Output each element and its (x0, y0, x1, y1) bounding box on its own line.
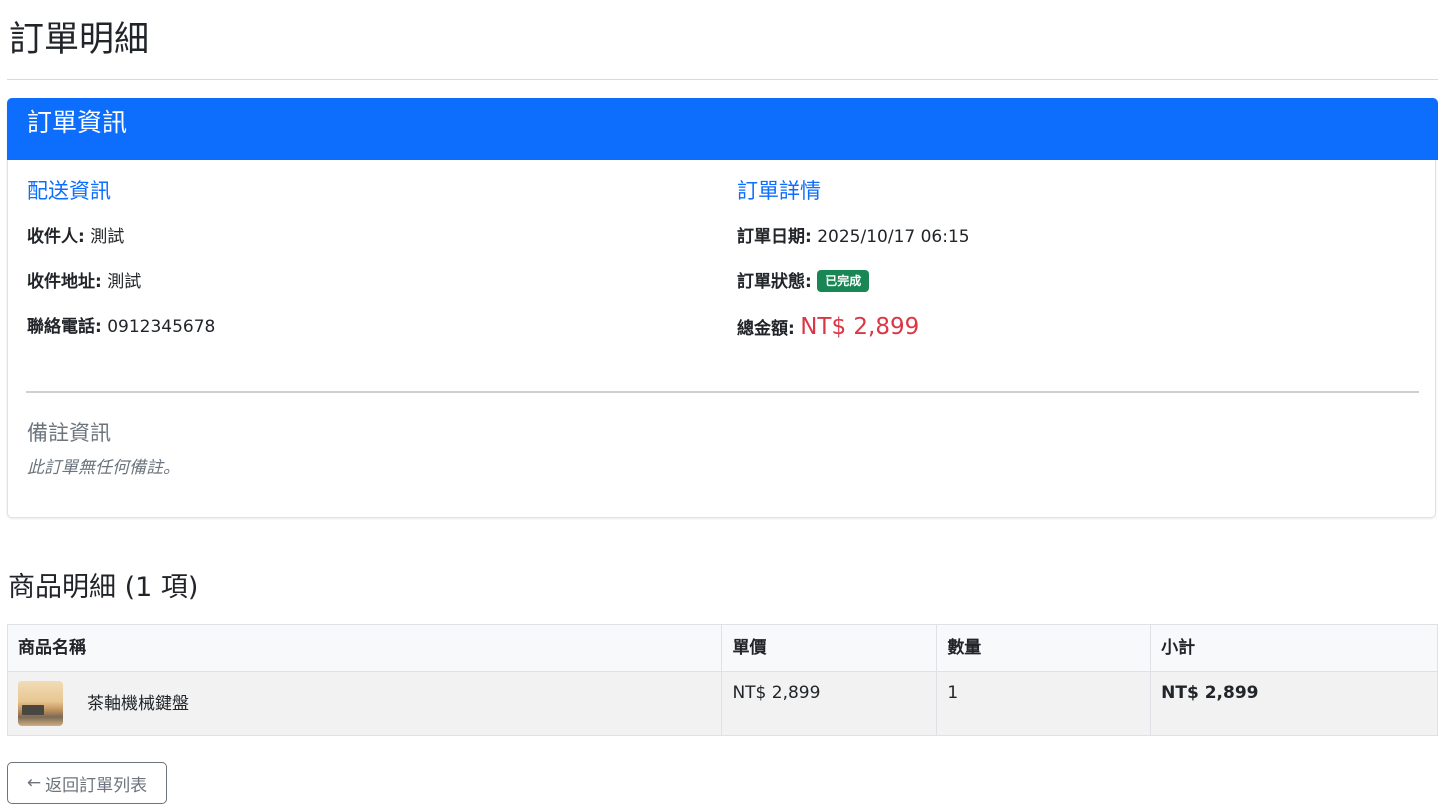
order-info-card-header: 訂單資訊 (7, 98, 1438, 160)
notes-heading: 備註資訊 (27, 421, 111, 445)
recipient-value: 測試 (90, 227, 125, 247)
back-to-orders-button[interactable]: ← 返回訂單列表 (7, 762, 167, 804)
total-amount: NT$ 2,899 (800, 314, 920, 340)
status-badge: 已完成 (817, 270, 870, 292)
total-field: 總金額: NT$ 2,899 (737, 315, 919, 341)
recipient-label: 收件人: (27, 227, 85, 247)
column-header-subtotal: 小計 (1150, 624, 1438, 672)
notes-text: 此訂單無任何備註。 (27, 458, 180, 478)
address-value: 測試 (107, 272, 142, 292)
order-date-value: 2025/10/17 06:15 (817, 227, 970, 247)
table-header-row: 商品名稱 單價 數量 小計 (6, 624, 1438, 672)
items-table: 商品名稱 單價 數量 小計 茶軸機械鍵盤 NT$ 2,899 1 NT$ 2,8… (6, 624, 1438, 736)
order-info-title: 訂單資訊 (27, 108, 128, 137)
order-date-label: 訂單日期: (737, 227, 812, 247)
phone-field: 聯絡電話: 0912345678 (27, 315, 215, 339)
details-heading: 訂單詳情 (737, 179, 821, 203)
product-thumbnail (18, 681, 63, 726)
table-row: 茶軸機械鍵盤 NT$ 2,899 1 NT$ 2,899 (6, 671, 1438, 736)
items-heading: 商品明細 (1 項) (8, 572, 199, 603)
title-divider (7, 79, 1438, 80)
address-label: 收件地址: (27, 272, 102, 292)
shipping-heading: 配送資訊 (27, 179, 111, 203)
page-title: 訂單明細 (9, 20, 150, 60)
phone-label: 聯絡電話: (27, 317, 102, 337)
column-header-unit-price: 單價 (721, 624, 938, 672)
column-header-quantity: 數量 (936, 624, 1152, 672)
total-label: 總金額: (737, 319, 795, 339)
order-status-label: 訂單狀態: (737, 272, 812, 292)
card-divider (26, 391, 1419, 393)
order-date-field: 訂單日期: 2025/10/17 06:15 (737, 225, 970, 249)
subtotal-cell: NT$ 2,899 (1150, 671, 1438, 736)
arrow-left-icon: ← (26, 773, 42, 793)
order-detail-page: 訂單明細 訂單資訊 配送資訊 收件人: 測試 收件地址: 測試 聯絡電話: 09… (0, 0, 1455, 806)
column-header-name: 商品名稱 (6, 624, 723, 672)
quantity-cell: 1 (936, 671, 1152, 736)
order-status-field: 訂單狀態: 已完成 (737, 270, 870, 294)
recipient-field: 收件人: 測試 (27, 225, 124, 249)
phone-value: 0912345678 (107, 317, 216, 337)
address-field: 收件地址: 測試 (27, 270, 141, 294)
product-name: 茶軸機械鍵盤 (87, 693, 189, 714)
back-button-label: 返回訂單列表 (45, 775, 148, 796)
product-cell: 茶軸機械鍵盤 (6, 671, 723, 736)
order-info-card: 訂單資訊 配送資訊 收件人: 測試 收件地址: 測試 聯絡電話: 0912345… (7, 98, 1438, 518)
unit-price-cell: NT$ 2,899 (721, 671, 938, 736)
